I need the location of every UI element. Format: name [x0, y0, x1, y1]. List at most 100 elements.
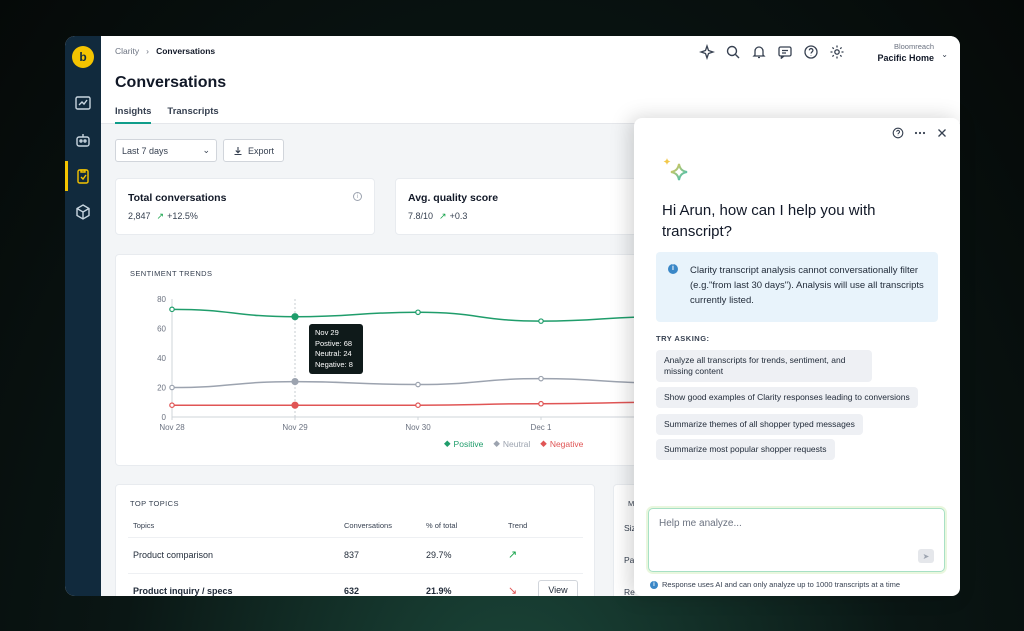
page-title: Conversations [115, 74, 227, 91]
col-header-topics: Topics [133, 521, 155, 530]
kpi-value: 7.8/10 [408, 211, 434, 221]
kpi-title: Total conversations [128, 192, 227, 204]
data-point-positive [169, 306, 175, 313]
data-point-neutral [169, 384, 175, 391]
x-tick-label: Nov 29 [282, 423, 308, 432]
sparkle-icon[interactable] [699, 44, 715, 60]
kpi-value: 2,847 [128, 211, 151, 221]
more-options-icon[interactable] [914, 127, 926, 139]
tooltip-positive: Postive: 68 [315, 338, 353, 348]
col-header-trend: Trend [508, 521, 528, 530]
kpi-delta: +12.5% [167, 211, 198, 221]
legend-positive[interactable]: ◆ Positive [444, 438, 483, 449]
date-range-select[interactable]: Last 7 days ⌄ [115, 139, 217, 162]
try-asking-label: TRY ASKING: [656, 334, 710, 343]
legend-label: Positive [453, 438, 484, 449]
trend-up-icon: ↗ [508, 549, 518, 561]
info-icon[interactable]: i [353, 192, 362, 201]
kpi-card-total-conversations: Total conversations i 2,847 ↗ +12.5% [115, 178, 375, 235]
robot-icon[interactable] [74, 131, 92, 149]
trend-up-icon: ↗ [156, 211, 165, 221]
suggestion-chip[interactable]: Show good examples of Clarity responses … [656, 387, 918, 408]
breadcrumb: Clarity › Conversations [115, 46, 216, 56]
sentiment-trends-card: SENTIMENT TRENDS 0 20 40 60 80 Nov 28 Nov 29 No… [115, 254, 676, 466]
tooltip-neutral: Neutral: 24 [315, 349, 352, 358]
side-rail: b [65, 36, 101, 596]
y-tick-label: 60 [157, 325, 166, 334]
trend-down-icon: ↘ [508, 585, 518, 596]
data-point-negative [538, 400, 544, 407]
chat-icon[interactable] [777, 44, 793, 60]
topic-name: Product inquiry / specs [133, 586, 233, 596]
assistant-greeting: Hi Arun, how can I help you with transcr… [662, 202, 876, 240]
account-switcher[interactable]: Bloomreach Pacific Home ⌄ [877, 42, 948, 63]
x-tick-label: Dec 1 [531, 423, 552, 432]
topic-conversations: 632 [344, 586, 360, 596]
help-icon[interactable] [803, 44, 819, 60]
x-tick-label: Nov 28 [159, 423, 185, 432]
data-point-neutral [415, 381, 421, 388]
kpi-title: Avg. quality score [408, 192, 499, 204]
info-notice: i Clarity transcript analysis cannot con… [656, 252, 938, 322]
notice-text: Clarity transcript analysis cannot conve… [690, 265, 924, 306]
suggestion-chip[interactable]: Summarize most popular shopper requests [656, 439, 835, 460]
info-icon: i [668, 264, 678, 274]
help-icon[interactable] [892, 127, 904, 139]
legend-label: Negative [549, 438, 584, 449]
prompt-input[interactable] [659, 518, 919, 529]
bloomreach-logo[interactable]: b [72, 46, 94, 68]
tab-bar: Insights Transcripts [115, 106, 219, 124]
tab-insights[interactable]: Insights [115, 106, 152, 124]
chevron-down-icon: ⌄ [202, 145, 210, 155]
top-bar: Clarity › Conversations Conversations In… [101, 36, 960, 124]
cube-icon[interactable] [74, 203, 92, 221]
chart-legend: ◆ Positive ◆ Neutral ◆ Negative [444, 438, 583, 449]
active-indicator [65, 161, 68, 191]
chevron-down-icon: ⌄ [941, 50, 948, 59]
y-tick-label: 40 [157, 354, 166, 363]
tab-transcripts[interactable]: Transcripts [167, 106, 218, 124]
legend-negative[interactable]: ◆ Negative [540, 438, 583, 449]
sentiment-line-chart: 020406080Nov 28Nov 29Nov 30Dec 1Dec 2 [157, 295, 676, 432]
x-tick-label: Nov 30 [405, 423, 431, 432]
ai-footnote: i Response uses AI and can only analyze … [650, 580, 900, 589]
download-icon [234, 146, 242, 155]
topic-pct: 29.7% [426, 550, 452, 560]
dashboard-icon[interactable] [74, 94, 92, 112]
breadcrumb-parent[interactable]: Clarity [115, 46, 139, 56]
topic-name: Product comparison [133, 550, 214, 560]
close-icon[interactable] [936, 127, 948, 139]
section-title: TOP TOPICS [130, 499, 179, 508]
data-point-neutral [291, 377, 299, 386]
topic-pct: 21.9% [426, 586, 452, 596]
panel-icon-group [892, 127, 948, 139]
data-point-neutral [538, 375, 544, 382]
data-point-negative [291, 401, 299, 409]
data-point-positive [415, 309, 421, 316]
suggestion-chip[interactable]: Summarize themes of all shopper typed me… [656, 414, 863, 435]
kpi-value-row: 7.8/10 ↗ +0.3 [408, 211, 467, 222]
kpi-card-quality-score: Avg. quality score 7.8/10 ↗ +0.3 [395, 178, 640, 235]
legend-label: Neutral [502, 438, 531, 449]
legend-neutral[interactable]: ◆ Neutral [493, 438, 530, 449]
footnote-text: Response uses AI and can only analyze up… [662, 580, 901, 589]
view-button[interactable]: View [538, 580, 578, 596]
tooltip-date: Nov 29 [315, 328, 339, 337]
kpi-value-row: 2,847 ↗ +12.5% [128, 211, 198, 222]
side-label: Pa [624, 555, 635, 565]
send-icon[interactable]: ➤ [918, 549, 934, 563]
data-point-negative [169, 402, 175, 409]
data-point-positive [538, 318, 544, 324]
filter-controls: Last 7 days ⌄ Export [115, 139, 285, 162]
account-site: Pacific Home [877, 53, 934, 63]
suggestion-chip[interactable]: Analyze all transcripts for trends, sent… [656, 350, 872, 382]
clarity-clipboard-icon[interactable] [74, 167, 92, 185]
ai-sparkle-icon [663, 158, 688, 181]
top-topics-card: TOP TOPICS Topics Conversations % of tot… [115, 484, 595, 596]
account-org: Bloomreach [893, 42, 934, 51]
divider [128, 537, 583, 538]
gear-icon[interactable] [829, 44, 845, 60]
search-icon[interactable] [725, 44, 741, 60]
export-button[interactable]: Export [223, 139, 285, 162]
bell-icon[interactable] [751, 44, 767, 60]
